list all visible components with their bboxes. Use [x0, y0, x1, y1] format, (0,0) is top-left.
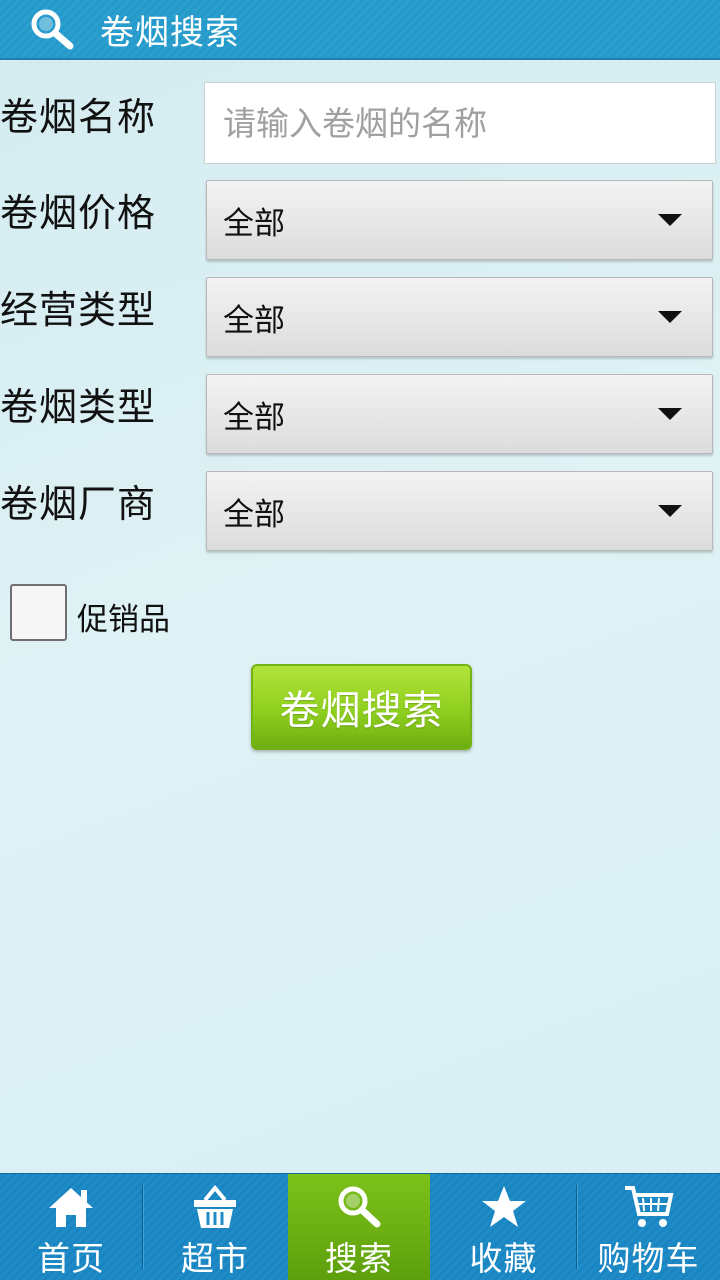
- business-type-select[interactable]: 全部: [206, 277, 713, 357]
- tab-favorites[interactable]: 收藏: [431, 1174, 576, 1280]
- title-bar: 卷烟搜索: [0, 0, 720, 60]
- cigarette-type-select[interactable]: 全部: [206, 374, 713, 454]
- tab-cart-label: 购物车: [597, 1239, 700, 1278]
- manufacturer-label: 卷烟厂商: [0, 482, 157, 526]
- tab-search-label: 搜索: [325, 1239, 393, 1278]
- name-input[interactable]: [204, 82, 716, 164]
- chevron-down-icon: [658, 311, 682, 323]
- tab-divider: [576, 1185, 577, 1269]
- chevron-down-icon: [658, 408, 682, 420]
- star-icon: [481, 1186, 526, 1227]
- tab-cart[interactable]: 购物车: [577, 1174, 720, 1280]
- page-title: 卷烟搜索: [100, 12, 240, 53]
- search-button[interactable]: 卷烟搜索: [251, 664, 472, 750]
- price-select[interactable]: 全部: [206, 180, 713, 260]
- search-icon: [31, 9, 74, 50]
- tab-market[interactable]: 超市: [143, 1174, 287, 1280]
- name-label: 卷烟名称: [0, 95, 157, 139]
- bottom-tab-bar: 首页 超市 搜索 收藏 购物车: [0, 1173, 720, 1280]
- business-type-select-value: 全部: [223, 302, 285, 339]
- price-select-value: 全部: [223, 205, 285, 242]
- chevron-down-icon: [658, 505, 682, 517]
- tab-favorites-label: 收藏: [469, 1239, 538, 1278]
- cart-icon: [624, 1186, 673, 1227]
- tab-home[interactable]: 首页: [0, 1174, 142, 1280]
- basket-icon: [194, 1184, 236, 1228]
- chevron-down-icon: [658, 214, 682, 226]
- promotion-checkbox[interactable]: [10, 584, 67, 641]
- cigarette-type-label: 卷烟类型: [0, 385, 157, 429]
- tab-divider: [142, 1185, 143, 1269]
- promotion-label: 促销品: [77, 602, 170, 638]
- tab-home-label: 首页: [37, 1239, 105, 1278]
- manufacturer-select[interactable]: 全部: [206, 471, 713, 551]
- tab-search[interactable]: 搜索: [288, 1174, 430, 1280]
- tab-market-label: 超市: [181, 1239, 249, 1278]
- home-icon: [49, 1188, 93, 1227]
- search-icon: [338, 1186, 381, 1228]
- business-type-label: 经营类型: [0, 288, 157, 332]
- price-label: 卷烟价格: [0, 191, 157, 235]
- manufacturer-select-value: 全部: [223, 496, 285, 533]
- cigarette-type-select-value: 全部: [223, 399, 285, 436]
